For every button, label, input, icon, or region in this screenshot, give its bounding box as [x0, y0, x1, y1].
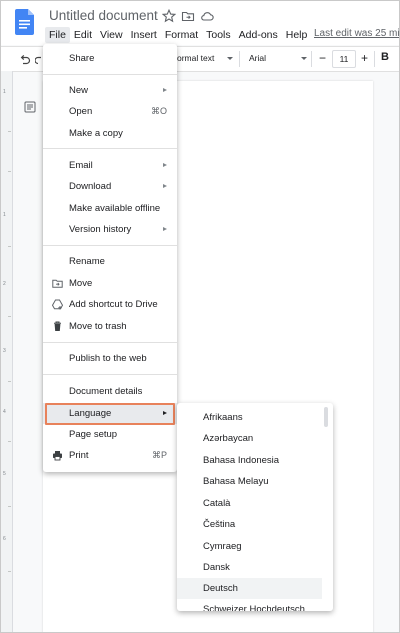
- ruler-tick: [8, 506, 11, 507]
- increase-font-size-button[interactable]: +: [361, 51, 368, 65]
- file-menu: Share New Open ⌘O Make a copy Email Down…: [43, 44, 177, 472]
- menu-separator: [43, 74, 177, 75]
- vertical-ruler: 1 1 2 3 4 5 6: [1, 71, 13, 632]
- move-folder-icon: [52, 279, 63, 288]
- docs-logo-icon[interactable]: [15, 9, 34, 35]
- language-submenu: Afrikaans Azərbaycan Bahasa Indonesia Ba…: [177, 403, 333, 611]
- ruler-number: 6: [3, 536, 6, 542]
- language-option[interactable]: Čeština: [177, 514, 322, 535]
- ruler-tick: [8, 246, 11, 247]
- file-menu-print[interactable]: Print ⌘P: [43, 445, 177, 466]
- file-menu-add-shortcut[interactable]: Add shortcut to Drive: [43, 294, 177, 315]
- submenu-arrow-icon: [163, 184, 167, 188]
- file-menu-download[interactable]: Download: [43, 176, 177, 197]
- ruler-number: 2: [3, 281, 6, 287]
- open-shortcut: ⌘O: [150, 106, 167, 116]
- file-menu-share[interactable]: Share: [43, 48, 177, 69]
- menu-insert[interactable]: Insert: [127, 27, 161, 43]
- print-shortcut: ⌘P: [151, 450, 167, 460]
- language-option[interactable]: Bahasa Melayu: [177, 471, 322, 492]
- language-option[interactable]: Català: [177, 493, 322, 514]
- file-menu-make-offline[interactable]: Make available offline: [43, 198, 177, 219]
- menu-addons[interactable]: Add-ons: [235, 27, 282, 43]
- menu-separator: [43, 148, 177, 149]
- menu-format[interactable]: Format: [161, 27, 202, 43]
- move-folder-icon[interactable]: [181, 9, 195, 23]
- file-menu-move[interactable]: Move: [43, 273, 177, 294]
- language-option[interactable]: Dansk: [177, 557, 322, 578]
- file-menu-rename[interactable]: Rename: [43, 251, 177, 272]
- ruler-tick: [8, 441, 11, 442]
- submenu-arrow-icon: [163, 227, 167, 231]
- star-icon[interactable]: [162, 9, 176, 23]
- menu-file[interactable]: File: [45, 27, 70, 43]
- title-bar: Untitled document File Edit View Insert …: [1, 1, 399, 45]
- file-menu-version-history[interactable]: Version history: [43, 219, 177, 240]
- ruler-number: 1: [3, 89, 6, 95]
- font-caret-icon[interactable]: [301, 57, 307, 60]
- language-option[interactable]: Afrikaans: [177, 407, 322, 428]
- menu-help[interactable]: Help: [282, 27, 312, 43]
- language-highlight-box: [45, 403, 175, 425]
- printer-icon: [53, 451, 62, 461]
- file-menu-email[interactable]: Email: [43, 155, 177, 176]
- undo-icon[interactable]: [19, 53, 31, 65]
- ruler-tick: [8, 316, 11, 317]
- drive-shortcut-icon: [52, 299, 63, 310]
- app-window: Untitled document File Edit View Insert …: [0, 0, 400, 633]
- menu-separator: [43, 374, 177, 375]
- decrease-font-size-button[interactable]: −: [319, 51, 326, 65]
- last-edit-link[interactable]: Last edit was 25 min: [314, 28, 399, 39]
- submenu-arrow-icon: [163, 163, 167, 167]
- ruler-number: 4: [3, 409, 6, 415]
- submenu-arrow-icon: [163, 88, 167, 92]
- language-option-hovered[interactable]: Deutsch: [177, 578, 322, 599]
- trash-icon: [54, 321, 61, 331]
- font-family-select[interactable]: Arial: [249, 53, 266, 63]
- file-menu-publish[interactable]: Publish to the web: [43, 348, 177, 369]
- ruler-number: 5: [3, 471, 6, 477]
- language-option[interactable]: Azərbaycan: [177, 428, 322, 449]
- file-menu-new[interactable]: New: [43, 80, 177, 101]
- file-menu-page-setup[interactable]: Page setup: [43, 424, 177, 445]
- toolbar-divider: [239, 51, 240, 67]
- ruler-tick: [8, 571, 11, 572]
- submenu-scrollbar[interactable]: [324, 407, 328, 427]
- menu-view[interactable]: View: [96, 27, 127, 43]
- toolbar-divider: [374, 51, 375, 67]
- language-option[interactable]: Schweizer Hochdeutsch: [177, 599, 322, 611]
- cloud-status-icon[interactable]: [200, 9, 214, 23]
- bold-button[interactable]: B: [381, 51, 389, 63]
- document-outline-icon[interactable]: [24, 101, 36, 113]
- file-menu-make-copy[interactable]: Make a copy: [43, 123, 177, 144]
- document-title[interactable]: Untitled document: [49, 8, 158, 23]
- language-option[interactable]: Cymraeg: [177, 536, 322, 557]
- language-option[interactable]: Bahasa Indonesia: [177, 450, 322, 471]
- toolbar-divider: [311, 51, 312, 67]
- ruler-tick: [8, 171, 11, 172]
- font-size-input[interactable]: 11: [332, 50, 356, 68]
- file-menu-move-to-trash[interactable]: Move to trash: [43, 316, 177, 337]
- ruler-tick: [8, 131, 11, 132]
- paragraph-style-select[interactable]: ormal text: [177, 53, 214, 63]
- ruler-tick: [8, 381, 11, 382]
- menu-tools[interactable]: Tools: [202, 27, 235, 43]
- file-menu-document-details[interactable]: Document details: [43, 381, 177, 402]
- menu-edit[interactable]: Edit: [70, 27, 96, 43]
- menu-bar: File Edit View Insert Format Tools Add-o…: [45, 27, 311, 43]
- file-menu-open[interactable]: Open ⌘O: [43, 101, 177, 122]
- style-caret-icon[interactable]: [227, 57, 233, 60]
- menu-separator: [43, 342, 177, 343]
- ruler-number: 3: [3, 348, 6, 354]
- redo-icon[interactable]: [35, 53, 43, 65]
- ruler-number: 1: [3, 212, 6, 218]
- menu-separator: [43, 245, 177, 246]
